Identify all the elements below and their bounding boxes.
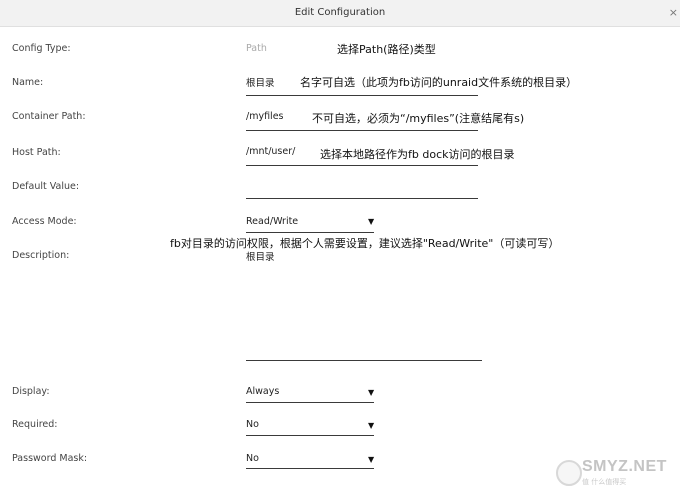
password-mask-underline bbox=[246, 468, 374, 469]
window-title: Edit Configuration bbox=[294, 7, 386, 18]
config-type-annotation: 选择Path(路径)类型 bbox=[337, 43, 436, 56]
password-mask-chevron-down-icon[interactable]: ▼ bbox=[368, 455, 374, 464]
container-path-annotation: 不可自选，必须为“/myfiles”(注意结尾有s) bbox=[312, 112, 525, 125]
required-underline bbox=[246, 435, 374, 436]
container-path-input[interactable]: /myfiles bbox=[246, 111, 284, 122]
config-type-label: Config Type: bbox=[12, 43, 71, 54]
watermark: SMYZ.NET 值 什么值得买 bbox=[556, 458, 680, 490]
host-path-label: Host Path: bbox=[12, 147, 61, 158]
default-value-underline bbox=[246, 198, 478, 199]
required-label: Required: bbox=[12, 419, 58, 430]
name-input[interactable]: 根目录 bbox=[246, 75, 275, 89]
config-type-value[interactable]: Path bbox=[246, 43, 267, 54]
default-value-label: Default Value: bbox=[12, 181, 80, 192]
host-path-input[interactable]: /mnt/user/ bbox=[246, 146, 295, 157]
description-textarea[interactable]: 根目录 bbox=[246, 249, 275, 263]
access-mode-select[interactable]: Read/Write bbox=[246, 216, 298, 227]
access-mode-chevron-down-icon[interactable]: ▼ bbox=[368, 217, 374, 226]
description-label: Description: bbox=[12, 250, 70, 261]
name-label: Name: bbox=[12, 77, 44, 88]
description-underline bbox=[246, 360, 482, 361]
access-mode-annotation: fb对目录的访问权限，根据个人需要设置，建议选择"Read/Write"（可读可… bbox=[170, 237, 560, 250]
name-underline bbox=[246, 95, 478, 96]
display-chevron-down-icon[interactable]: ▼ bbox=[368, 388, 374, 397]
display-label: Display: bbox=[12, 386, 50, 397]
container-path-underline bbox=[246, 130, 478, 131]
required-select[interactable]: No bbox=[246, 419, 259, 430]
display-underline bbox=[246, 402, 374, 403]
watermark-text: SMYZ.NET bbox=[582, 458, 667, 475]
password-mask-select[interactable]: No bbox=[246, 453, 259, 464]
close-icon[interactable]: × bbox=[669, 6, 678, 19]
title-bar: Edit Configuration × bbox=[0, 0, 680, 27]
display-select[interactable]: Always bbox=[246, 386, 279, 397]
required-chevron-down-icon[interactable]: ▼ bbox=[368, 421, 374, 430]
host-path-underline bbox=[246, 165, 478, 166]
watermark-logo-icon bbox=[556, 460, 582, 486]
host-path-annotation: 选择本地路径作为fb dock访问的根目录 bbox=[320, 148, 515, 161]
name-annotation: 名字可自选（此项为fb访问的unraid文件系统的根目录） bbox=[300, 76, 578, 89]
watermark-subtext: 值 什么值得买 bbox=[582, 478, 627, 486]
password-mask-label: Password Mask: bbox=[12, 453, 88, 464]
access-mode-label: Access Mode: bbox=[12, 216, 77, 227]
container-path-label: Container Path: bbox=[12, 111, 86, 122]
access-mode-underline bbox=[246, 232, 374, 233]
